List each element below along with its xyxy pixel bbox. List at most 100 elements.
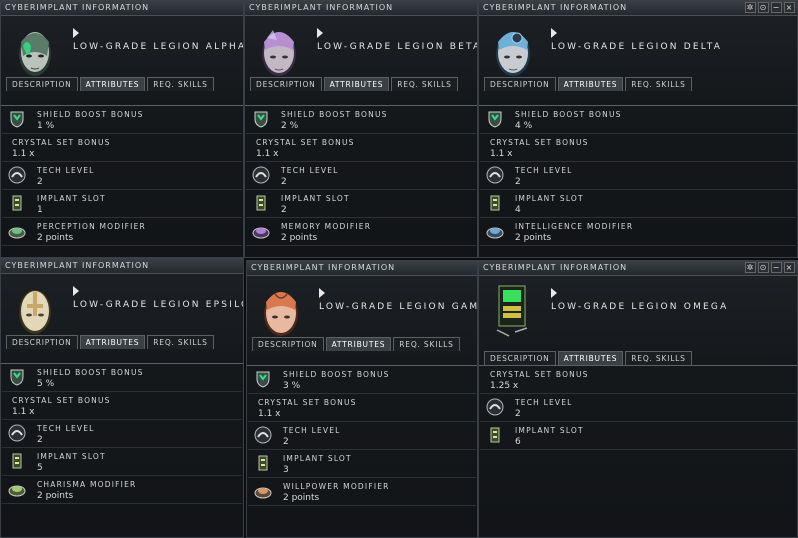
attribute-row: TECH LEVEL 2 xyxy=(480,394,796,422)
tech-level-icon xyxy=(252,166,270,184)
window-title-text: CYBERIMPLANT INFORMATION xyxy=(483,3,628,12)
tab-description[interactable]: DESCRIPTION xyxy=(6,335,78,349)
attribute-label: TECH LEVEL xyxy=(37,424,95,433)
attribute-value: 1 % xyxy=(37,121,55,131)
tab-bar: DESCRIPTION ATTRIBUTES REQ. SKILLS xyxy=(6,335,214,349)
attribute-row: CRYSTAL SET BONUS 1.1 x xyxy=(2,392,242,420)
implant-slot-icon xyxy=(12,453,22,469)
play-arrow-icon[interactable] xyxy=(551,28,557,38)
tab-attributes[interactable]: ATTRIBUTES xyxy=(557,77,624,91)
minimize-button[interactable]: − xyxy=(771,262,782,273)
shield-boost-icon xyxy=(488,111,502,128)
tech-level-icon xyxy=(8,166,26,184)
window-controls: ✲ ⊙ − × xyxy=(745,2,795,13)
attributes-list: SHIELD BOOST BONUS 2 % CRYSTAL SET BONUS… xyxy=(245,105,477,246)
tab-bar: DESCRIPTION ATTRIBUTES REQ. SKILLS xyxy=(250,77,458,91)
attribute-value: 1 xyxy=(37,205,43,215)
attribute-label: CRYSTAL SET BONUS xyxy=(490,370,589,379)
attribute-value: 2 xyxy=(37,435,43,445)
epsilon-implant-head-icon xyxy=(19,290,51,334)
attribute-row: IMPLANT SLOT 6 xyxy=(480,422,796,450)
attribute-row: WILLPOWER MODIFIER 2 points xyxy=(248,478,476,506)
attribute-row: IMPLANT SLOT 2 xyxy=(246,190,476,218)
attribute-label: TECH LEVEL xyxy=(281,166,339,175)
attribute-label: PERCEPTION MODIFIER xyxy=(37,222,146,231)
attribute-label: CRYSTAL SET BONUS xyxy=(12,138,111,147)
willpower-modifier-icon xyxy=(254,487,272,499)
attribute-value: 2 xyxy=(37,177,43,187)
beta-implant-head-icon xyxy=(262,30,296,76)
attribute-label: SHIELD BOOST BONUS xyxy=(283,370,390,379)
attribute-value: 2 xyxy=(515,177,521,187)
tab-description[interactable]: DESCRIPTION xyxy=(252,337,324,351)
tab-req-skills[interactable]: REQ. SKILLS xyxy=(393,337,460,351)
attribute-label: MEMORY MODIFIER xyxy=(281,222,372,231)
attribute-value: 6 xyxy=(515,437,521,447)
play-arrow-icon[interactable] xyxy=(319,288,325,298)
tab-bar: DESCRIPTION ATTRIBUTES REQ. SKILLS xyxy=(252,337,460,351)
tab-attributes[interactable]: ATTRIBUTES xyxy=(325,337,392,351)
play-arrow-icon[interactable] xyxy=(73,28,79,38)
attribute-value: 2 xyxy=(515,409,521,419)
tab-description[interactable]: DESCRIPTION xyxy=(250,77,322,91)
minimize-button[interactable]: − xyxy=(771,2,782,13)
window-title[interactable]: CYBERIMPLANT INFORMATION xyxy=(245,1,477,16)
tab-attributes[interactable]: ATTRIBUTES xyxy=(557,351,624,365)
tab-attributes[interactable]: ATTRIBUTES xyxy=(79,335,146,349)
attribute-row: SHIELD BOOST BONUS 5 % xyxy=(2,364,242,392)
tab-req-skills[interactable]: REQ. SKILLS xyxy=(147,335,214,349)
pin-button[interactable]: ⊙ xyxy=(758,2,769,13)
attribute-label: CRYSTAL SET BONUS xyxy=(256,138,355,147)
tab-req-skills[interactable]: REQ. SKILLS xyxy=(625,77,692,91)
implant-window-alpha: CYBERIMPLANT INFORMATION LOW-GRADE LEGIO… xyxy=(0,0,244,258)
attribute-value: 4 % xyxy=(515,121,533,131)
play-arrow-icon[interactable] xyxy=(73,286,79,296)
tab-req-skills[interactable]: REQ. SKILLS xyxy=(391,77,458,91)
attribute-row: CRYSTAL SET BONUS 1.1 x xyxy=(246,134,476,162)
attribute-label: TECH LEVEL xyxy=(515,398,573,407)
play-arrow-icon[interactable] xyxy=(317,28,323,38)
attributes-list: SHIELD BOOST BONUS 4 % CRYSTAL SET BONUS… xyxy=(479,105,797,246)
attribute-label: SHIELD BOOST BONUS xyxy=(515,110,622,119)
tab-req-skills[interactable]: REQ. SKILLS xyxy=(147,77,214,91)
play-arrow-icon[interactable] xyxy=(551,288,557,298)
attribute-row: TECH LEVEL 2 xyxy=(480,162,796,190)
attribute-label: IMPLANT SLOT xyxy=(515,194,584,203)
pin-button[interactable]: ⊙ xyxy=(758,262,769,273)
attribute-row: IMPLANT SLOT 5 xyxy=(2,448,242,476)
attribute-row: SHIELD BOOST BONUS 3 % xyxy=(248,366,476,394)
tab-description[interactable]: DESCRIPTION xyxy=(484,351,556,365)
tab-description[interactable]: DESCRIPTION xyxy=(6,77,78,91)
attribute-label: IMPLANT SLOT xyxy=(37,194,106,203)
close-button[interactable]: × xyxy=(784,2,795,13)
attributes-list: CRYSTAL SET BONUS 1.25 x TECH LEVEL 2 IM… xyxy=(479,365,797,450)
attribute-label: TECH LEVEL xyxy=(283,426,341,435)
attributes-list: SHIELD BOOST BONUS 5 % CRYSTAL SET BONUS… xyxy=(1,363,243,504)
attribute-row: SHIELD BOOST BONUS 4 % xyxy=(480,106,796,134)
window-controls: ✲ ⊙ − × xyxy=(745,262,795,273)
attribute-value: 2 % xyxy=(281,121,299,131)
attributes-list: SHIELD BOOST BONUS 3 % CRYSTAL SET BONUS… xyxy=(247,365,477,506)
tab-attributes[interactable]: ATTRIBUTES xyxy=(323,77,390,91)
window-title[interactable]: CYBERIMPLANT INFORMATION ✲ ⊙ − × xyxy=(479,1,797,16)
attribute-label: SHIELD BOOST BONUS xyxy=(37,110,144,119)
window-title[interactable]: CYBERIMPLANT INFORMATION xyxy=(247,261,477,276)
options-button[interactable]: ✲ xyxy=(745,262,756,273)
attribute-value: 1.1 x xyxy=(490,149,513,159)
attribute-value: 2 points xyxy=(283,493,320,503)
implant-slot-icon xyxy=(12,195,22,211)
tab-description[interactable]: DESCRIPTION xyxy=(484,77,556,91)
charisma-modifier-icon xyxy=(8,485,26,497)
window-title[interactable]: CYBERIMPLANT INFORMATION xyxy=(1,1,243,16)
close-button[interactable]: × xyxy=(784,262,795,273)
options-button[interactable]: ✲ xyxy=(745,2,756,13)
implant-window-beta: CYBERIMPLANT INFORMATION LOW-GRADE LEGIO… xyxy=(244,0,478,258)
window-title[interactable]: CYBERIMPLANT INFORMATION xyxy=(1,259,243,274)
tab-attributes[interactable]: ATTRIBUTES xyxy=(79,77,146,91)
window-title[interactable]: CYBERIMPLANT INFORMATION ✲ ⊙ − × xyxy=(479,261,797,276)
tab-req-skills[interactable]: REQ. SKILLS xyxy=(625,351,692,365)
implant-window-delta: CYBERIMPLANT INFORMATION ✲ ⊙ − × LOW-GRA… xyxy=(478,0,798,258)
attribute-label: CRYSTAL SET BONUS xyxy=(12,396,111,405)
attributes-list: SHIELD BOOST BONUS 1 % CRYSTAL SET BONUS… xyxy=(1,105,243,246)
attribute-value: 3 xyxy=(283,465,289,475)
